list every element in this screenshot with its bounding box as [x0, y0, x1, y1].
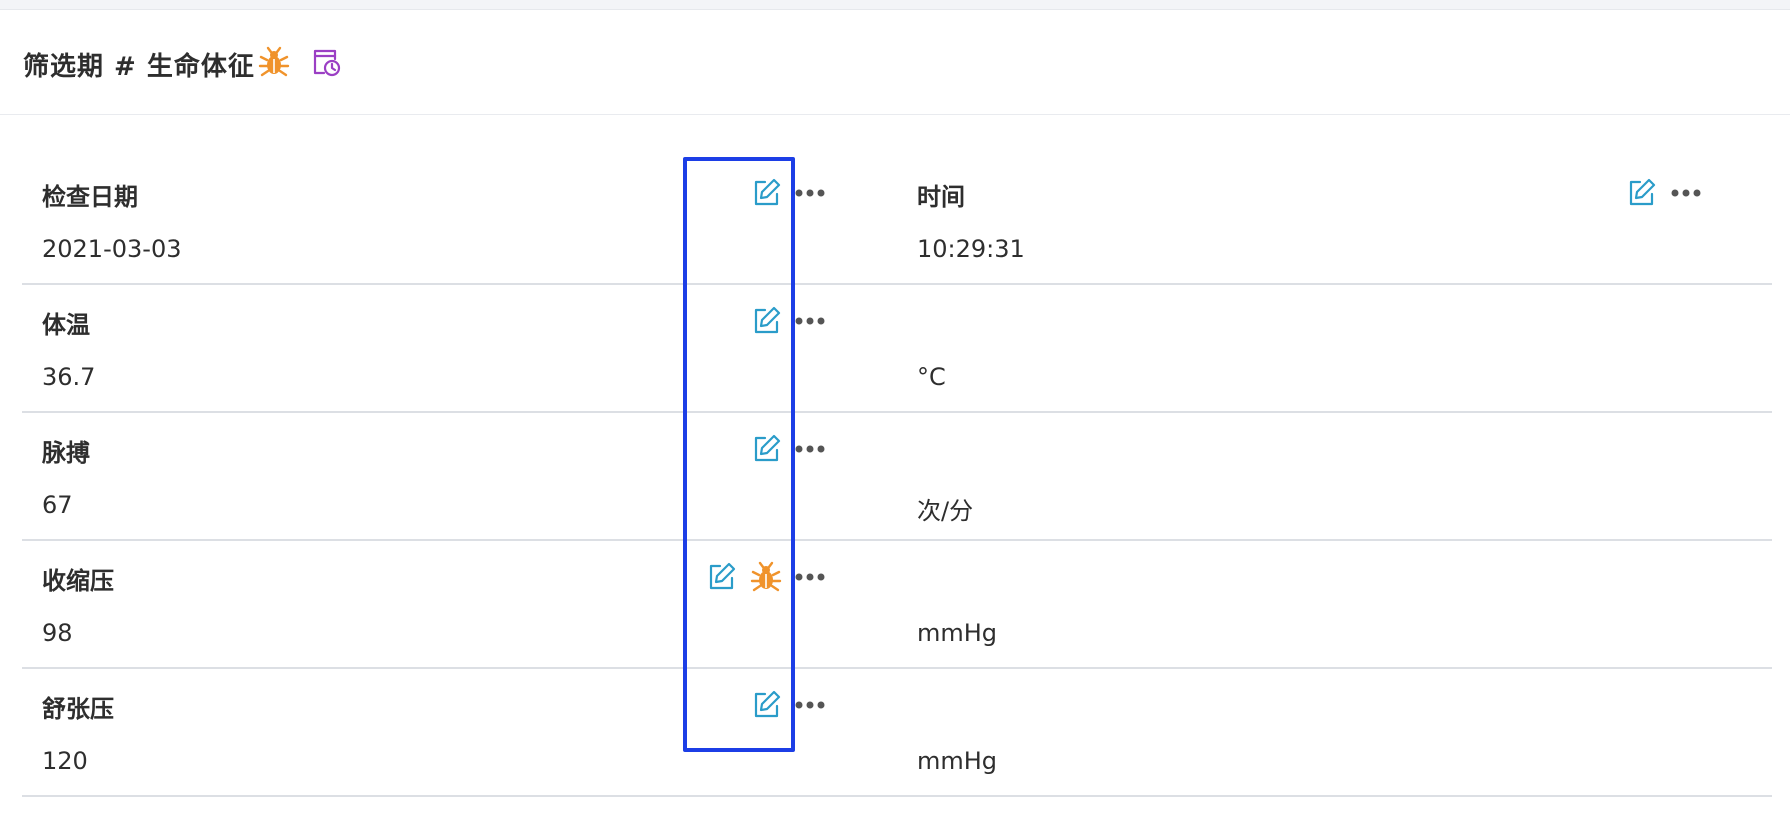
field-label: 体温 [42, 311, 90, 339]
time-label: 时间 [917, 183, 965, 211]
field-unit: mmHg [917, 747, 998, 775]
bug-icon[interactable] [750, 561, 782, 593]
field-unit: 次/分 [917, 497, 974, 525]
field-label: 检查日期 [42, 183, 138, 211]
edit-icon[interactable] [750, 689, 782, 721]
edit-icon[interactable] [750, 433, 782, 465]
more-icon[interactable] [794, 315, 826, 327]
edit-icon[interactable] [750, 305, 782, 337]
edit-icon[interactable] [705, 561, 737, 593]
more-icon[interactable] [794, 699, 826, 711]
more-icon[interactable] [794, 443, 826, 455]
field-value: 36.7 [42, 363, 96, 391]
history-icon[interactable] [310, 46, 342, 78]
bug-icon[interactable] [258, 46, 290, 78]
field-row-pulse: 脉搏 67 次/分 [22, 411, 1772, 541]
edit-icon[interactable] [1625, 177, 1657, 209]
field-value: 120 [42, 747, 88, 775]
top-strip [0, 0, 1790, 10]
section-header: 筛选期 # 生命体征 [0, 10, 1790, 115]
field-row-systolic: 收缩压 98 mmHg [22, 539, 1772, 669]
page-title: 筛选期 # 生命体征 [23, 52, 255, 82]
field-value: 2021-03-03 [42, 235, 182, 263]
field-row-diastolic: 舒张压 120 mmHg [22, 667, 1772, 797]
more-icon[interactable] [1670, 187, 1702, 199]
field-unit: °C [917, 363, 946, 391]
field-row-temperature: 体温 36.7 °C [22, 283, 1772, 413]
field-value: 98 [42, 619, 73, 647]
field-row-exam-date: 检查日期 2021-03-03 时间 10:29:31 [22, 155, 1772, 285]
more-icon[interactable] [794, 571, 826, 583]
more-icon[interactable] [794, 187, 826, 199]
field-label: 收缩压 [42, 567, 114, 595]
field-label: 脉搏 [42, 439, 90, 467]
field-value: 67 [42, 491, 73, 519]
field-label: 舒张压 [42, 695, 114, 723]
field-unit: mmHg [917, 619, 998, 647]
edit-icon[interactable] [750, 177, 782, 209]
time-value: 10:29:31 [917, 235, 1025, 263]
